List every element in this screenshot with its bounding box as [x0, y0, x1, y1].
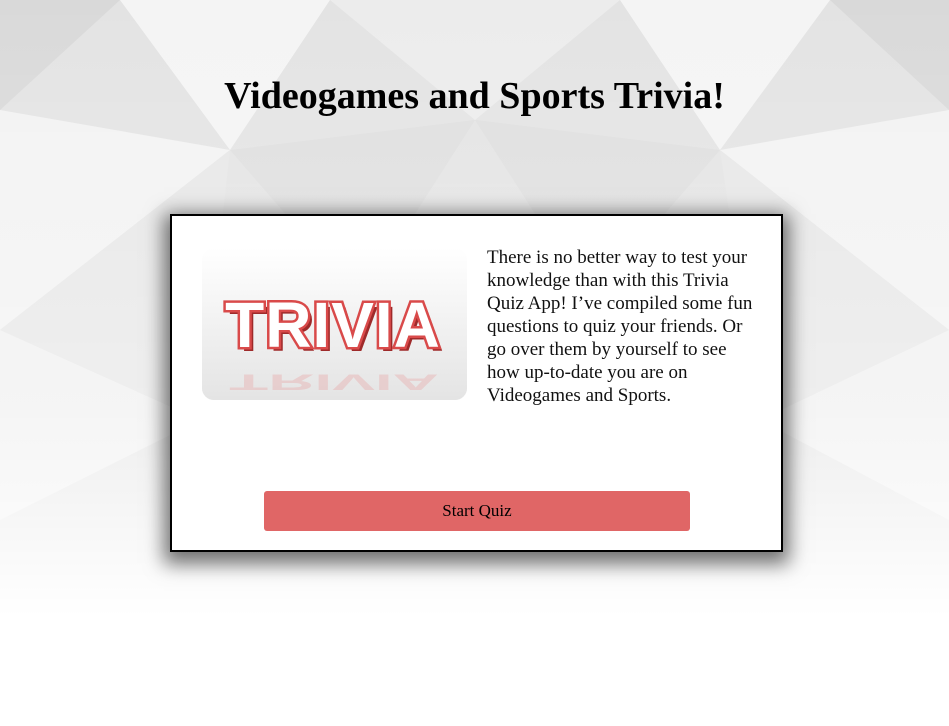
intro-card: TRIVIA TRIVIA TRIVIA There is no better … [170, 214, 783, 552]
intro-description: There is no better way to test your know… [487, 247, 753, 406]
trivia-logo-reflection: TRIVIA [229, 370, 439, 395]
page-title: Videogames and Sports Trivia! [224, 75, 725, 117]
trivia-logo-text: TRIVIA [225, 289, 441, 361]
trivia-logo-image: TRIVIA TRIVIA TRIVIA [202, 248, 467, 400]
start-quiz-button[interactable]: Start Quiz [264, 491, 690, 531]
